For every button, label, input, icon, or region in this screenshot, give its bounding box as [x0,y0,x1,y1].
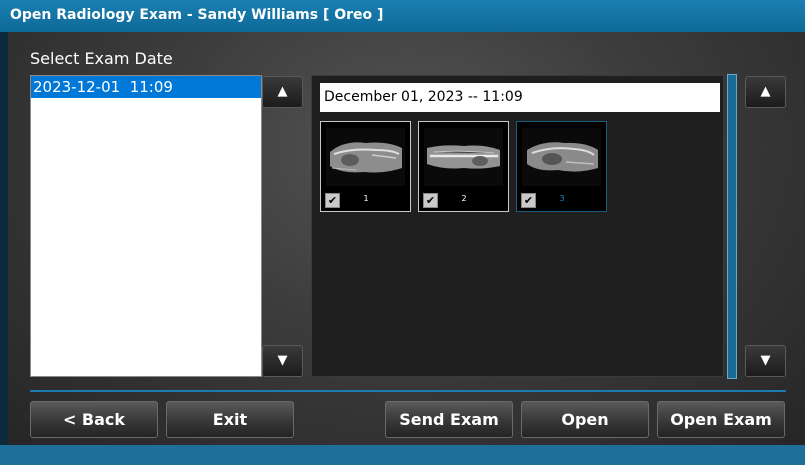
image-number: 3 [559,194,565,203]
image-thumbnail[interactable]: ✔ 3 [516,121,607,212]
image-thumbnail[interactable]: ✔ 2 [418,121,509,212]
open-exam-button[interactable]: Open Exam [657,401,785,438]
exam-date-list[interactable]: 2023-12-01 11:09 [30,75,262,377]
triangle-up-icon: ▲ [760,84,771,99]
images-scrollbar[interactable] [727,74,737,379]
triangle-down-icon: ▼ [760,353,771,368]
taskbar-strip [0,445,805,465]
exit-button[interactable]: Exit [166,401,294,438]
back-button[interactable]: < Back [30,401,158,438]
open-button[interactable]: Open [521,401,649,438]
date-list-scroll-down-button[interactable]: ▼ [262,345,303,377]
image-number: 2 [461,194,467,203]
open-exam-dialog: Select Exam Date 2023-12-01 11:09 ▲ ▼ De… [8,32,805,445]
triangle-up-icon: ▲ [277,84,288,99]
image-checkbox[interactable]: ✔ [521,193,536,208]
select-exam-date-label: Select Exam Date [30,49,173,68]
exam-date-item[interactable]: 2023-12-01 11:09 [31,76,261,98]
date-list-scroll-up-button[interactable]: ▲ [262,76,303,108]
images-scroll-up-button[interactable]: ▲ [745,76,786,108]
image-thumbnail[interactable]: ✔ 1 [320,121,411,212]
exam-images-panel: December 01, 2023 -- 11:09 ✔ 1 ✔ 2 ✔ 3 [311,75,724,377]
xray-image [424,128,503,186]
images-scroll-down-button[interactable]: ▼ [745,345,786,377]
exam-date-display: December 01, 2023 -- 11:09 [320,83,720,112]
xray-image [522,128,601,186]
image-number: 1 [363,194,369,203]
divider [30,390,786,392]
image-checkbox[interactable]: ✔ [423,193,438,208]
xray-image [326,128,405,186]
window-title: Open Radiology Exam - Sandy Williams [ O… [0,0,805,32]
image-checkbox[interactable]: ✔ [325,193,340,208]
send-exam-button[interactable]: Send Exam [385,401,513,438]
triangle-down-icon: ▼ [277,353,288,368]
